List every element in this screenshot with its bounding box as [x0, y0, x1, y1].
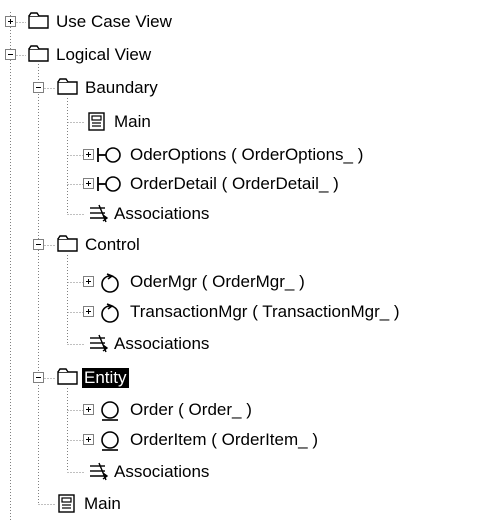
- tree-node-control[interactable]: Control: [0, 232, 300, 260]
- folder-icon: [57, 235, 78, 252]
- control-class-icon: [101, 273, 119, 293]
- associations-icon: [90, 334, 109, 353]
- node-label: OrderItem ( OrderItem_ ): [130, 430, 318, 449]
- tree-node-order-detail[interactable]: OrderDetail ( OrderDetail_ ): [0, 171, 460, 199]
- node-label: Order ( Order_ ): [130, 400, 252, 419]
- node-label: Main: [114, 112, 151, 131]
- tree-node-control-associations[interactable]: Associations: [0, 331, 300, 359]
- tree-node-baundary-associations[interactable]: Associations: [0, 201, 300, 229]
- node-label: Associations: [114, 334, 210, 353]
- collapse-minus-icon[interactable]: [33, 82, 44, 93]
- node-label: OderMgr ( OrderMgr_ ): [130, 272, 305, 291]
- folder-icon: [28, 45, 49, 62]
- node-label: Main: [84, 494, 121, 513]
- folder-icon: [57, 368, 78, 385]
- tree-node-transaction-mgr[interactable]: TransactionMgr ( TransactionMgr_ ): [0, 299, 497, 327]
- node-label: OderOptions ( OrderOptions_ ): [130, 145, 364, 164]
- tree-node-entity-associations[interactable]: Associations: [0, 459, 300, 487]
- expand-plus-icon[interactable]: [5, 16, 16, 27]
- tree-node-baundary[interactable]: Baundary: [0, 75, 300, 103]
- entity-class-icon: [101, 401, 119, 421]
- node-label: Use Case View: [56, 12, 172, 31]
- control-class-icon: [101, 303, 119, 323]
- collapse-minus-icon[interactable]: [33, 372, 44, 383]
- class-diagram-icon: [58, 494, 75, 513]
- node-label: Associations: [114, 462, 210, 481]
- tree-node-oder-mgr[interactable]: OderMgr ( OrderMgr_ ): [0, 269, 460, 297]
- expand-plus-icon[interactable]: [83, 404, 94, 415]
- boundary-class-icon: [97, 147, 121, 163]
- tree-node-order-item[interactable]: OrderItem ( OrderItem_ ): [0, 427, 460, 455]
- node-label: Baundary: [85, 78, 158, 97]
- collapse-minus-icon[interactable]: [33, 239, 44, 250]
- tree-node-baundary-main[interactable]: Main: [0, 109, 300, 137]
- class-diagram-icon: [88, 112, 105, 131]
- entity-class-icon: [101, 431, 119, 451]
- node-label: Control: [85, 235, 140, 254]
- expand-plus-icon[interactable]: [83, 306, 94, 317]
- tree-node-logical-view[interactable]: Logical View: [0, 42, 300, 70]
- browser-tree: Use Case View Logical View Baundary Main: [0, 0, 497, 521]
- node-label: Logical View: [56, 45, 152, 64]
- node-label: Associations: [114, 204, 210, 223]
- tree-node-use-case-view[interactable]: Use Case View: [0, 9, 300, 37]
- associations-icon: [90, 462, 109, 481]
- boundary-class-icon: [97, 176, 121, 192]
- folder-icon: [28, 12, 49, 29]
- associations-icon: [90, 204, 109, 223]
- collapse-minus-icon[interactable]: [5, 49, 16, 60]
- expand-plus-icon[interactable]: [83, 434, 94, 445]
- folder-icon: [57, 78, 78, 95]
- expand-plus-icon[interactable]: [83, 276, 94, 287]
- expand-plus-icon[interactable]: [83, 178, 94, 189]
- tree-node-oder-options[interactable]: OderOptions ( OrderOptions_ ): [0, 142, 460, 170]
- expand-plus-icon[interactable]: [83, 149, 94, 160]
- node-label: OrderDetail ( OrderDetail_ ): [130, 174, 339, 193]
- node-label: TransactionMgr ( TransactionMgr_ ): [130, 302, 400, 321]
- tree-node-order[interactable]: Order ( Order_ ): [0, 397, 460, 425]
- tree-node-main[interactable]: Main: [0, 491, 300, 519]
- node-label-selected: Entity: [82, 368, 129, 388]
- tree-node-entity[interactable]: Entity: [0, 365, 300, 393]
